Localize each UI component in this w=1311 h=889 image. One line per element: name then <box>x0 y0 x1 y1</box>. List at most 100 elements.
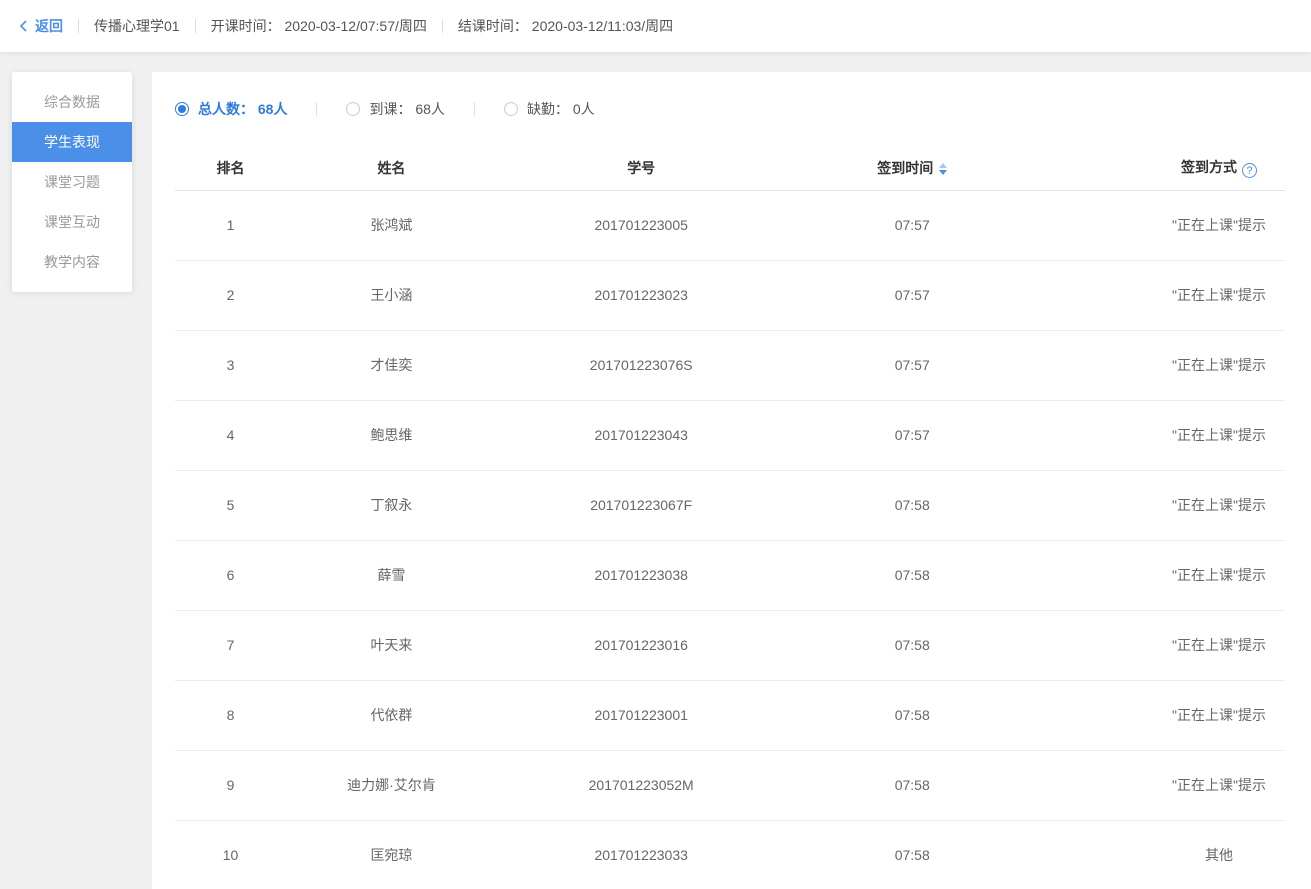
name-cell: 代依群 <box>286 680 497 750</box>
student-id-cell: 201701223001 <box>497 680 786 750</box>
attendance-filters: 总人数： 68人 到课： 68人 缺勤： 0人 <box>175 94 1285 124</box>
sign-in-time-cell: 07:58 <box>785 680 1063 750</box>
attendance-table: 排名姓名学号签到时间签到方式? 1张鸿斌20170122300507:57"正在… <box>175 146 1285 889</box>
student-id-cell: 201701223038 <box>497 540 786 610</box>
table-row: 5丁叙永201701223067F07:58"正在上课"提示 <box>175 470 1285 540</box>
back-label: 返回 <box>35 16 63 36</box>
name-cell: 才佳奕 <box>286 330 497 400</box>
name-cell: 薛雪 <box>286 540 497 610</box>
sign-in-time-cell: 07:57 <box>785 260 1063 330</box>
column-header-name: 姓名 <box>286 146 497 190</box>
sign-in-method-cell: "正在上课"提示 <box>1063 330 1285 400</box>
table-row: 9迪力娜·艾尔肯201701223052M07:58"正在上课"提示 <box>175 750 1285 820</box>
course-end-time: 结课时间： 2020-03-12/11:03/周四 <box>458 16 673 36</box>
divider <box>316 102 317 116</box>
student-id-cell: 201701223033 <box>497 820 786 889</box>
sign-in-time-cell: 07:58 <box>785 470 1063 540</box>
filter-radio-present[interactable]: 到课： 68人 <box>346 99 444 119</box>
name-cell: 王小涵 <box>286 260 497 330</box>
table-row: 4鲍思维20170122304307:57"正在上课"提示 <box>175 400 1285 470</box>
rank-cell: 6 <box>175 540 286 610</box>
filter-label: 总人数： 68人 <box>198 99 287 119</box>
table-row: 3才佳奕201701223076S07:57"正在上课"提示 <box>175 330 1285 400</box>
student-id-cell: 201701223023 <box>497 260 786 330</box>
sign-in-time-cell: 07:58 <box>785 750 1063 820</box>
rank-cell: 4 <box>175 400 286 470</box>
sign-in-method-cell: "正在上课"提示 <box>1063 260 1285 330</box>
sidebar-item-teaching-content[interactable]: 教学内容 <box>12 242 132 282</box>
back-button[interactable]: 返回 <box>18 16 63 36</box>
table-row: 10匡宛琼20170122303307:58其他 <box>175 820 1285 889</box>
help-icon[interactable]: ? <box>1242 163 1257 178</box>
table-header-row: 排名姓名学号签到时间签到方式? <box>175 146 1285 190</box>
sign-in-method-cell: "正在上课"提示 <box>1063 680 1285 750</box>
sign-in-time-cell: 07:57 <box>785 400 1063 470</box>
sidebar-item-overview[interactable]: 综合数据 <box>12 82 132 122</box>
column-label: 排名 <box>217 160 245 176</box>
sign-in-time-cell: 07:57 <box>785 190 1063 260</box>
name-cell: 丁叙永 <box>286 470 497 540</box>
table-row: 6薛雪20170122303807:58"正在上课"提示 <box>175 540 1285 610</box>
sign-in-method-cell: "正在上课"提示 <box>1063 610 1285 680</box>
radio-icon <box>346 102 360 116</box>
rank-cell: 5 <box>175 470 286 540</box>
course-start-time: 开课时间： 2020-03-12/07:57/周四 <box>211 16 427 36</box>
column-header-student-id: 学号 <box>497 146 786 190</box>
student-id-cell: 201701223005 <box>497 190 786 260</box>
sign-in-method-cell: "正在上课"提示 <box>1063 190 1285 260</box>
sidebar: 综合数据学生表现课堂习题课堂互动教学内容 <box>12 72 132 292</box>
table-row: 7叶天来20170122301607:58"正在上课"提示 <box>175 610 1285 680</box>
sort-desc-arrow-icon <box>939 170 947 175</box>
column-label: 签到方式 <box>1181 159 1237 175</box>
divider <box>442 19 443 33</box>
filter-label: 缺勤： 0人 <box>527 99 595 119</box>
divider <box>195 19 196 33</box>
table-row: 8代依群20170122300107:58"正在上课"提示 <box>175 680 1285 750</box>
main-panel: 总人数： 68人到课： 68人缺勤： 0人 排名姓名学号签到时间签到方式? 1张… <box>152 72 1311 889</box>
divider <box>78 19 79 33</box>
rank-cell: 3 <box>175 330 286 400</box>
student-id-cell: 201701223076S <box>497 330 786 400</box>
sign-in-method-cell: 其他 <box>1063 820 1285 889</box>
name-cell: 叶天来 <box>286 610 497 680</box>
radio-icon <box>175 102 189 116</box>
sidebar-item-interaction[interactable]: 课堂互动 <box>12 202 132 242</box>
rank-cell: 9 <box>175 750 286 820</box>
column-header-sign-in-method: 签到方式? <box>1063 146 1285 190</box>
student-id-cell: 201701223052M <box>497 750 786 820</box>
sign-in-method-cell: "正在上课"提示 <box>1063 750 1285 820</box>
table-row: 1张鸿斌20170122300507:57"正在上课"提示 <box>175 190 1285 260</box>
sign-in-time-cell: 07:58 <box>785 820 1063 889</box>
rank-cell: 1 <box>175 190 286 260</box>
filter-radio-absent[interactable]: 缺勤： 0人 <box>504 99 595 119</box>
sidebar-item-exercises[interactable]: 课堂习题 <box>12 162 132 202</box>
table-body: 1张鸿斌20170122300507:57"正在上课"提示2王小涵2017012… <box>175 190 1285 889</box>
student-id-cell: 201701223043 <box>497 400 786 470</box>
name-cell: 鲍思维 <box>286 400 497 470</box>
sign-in-method-cell: "正在上课"提示 <box>1063 400 1285 470</box>
column-header-rank: 排名 <box>175 146 286 190</box>
sign-in-method-cell: "正在上课"提示 <box>1063 540 1285 610</box>
name-cell: 迪力娜·艾尔肯 <box>286 750 497 820</box>
name-cell: 张鸿斌 <box>286 190 497 260</box>
rank-cell: 7 <box>175 610 286 680</box>
sort-icon[interactable] <box>939 163 947 175</box>
column-label: 学号 <box>627 160 655 176</box>
sidebar-item-student-performance[interactable]: 学生表现 <box>12 122 132 162</box>
sidebar-list: 综合数据学生表现课堂习题课堂互动教学内容 <box>12 82 132 282</box>
sort-asc-arrow-icon <box>939 163 947 168</box>
course-title: 传播心理学01 <box>94 16 180 36</box>
student-id-cell: 201701223067F <box>497 470 786 540</box>
filter-radio-total[interactable]: 总人数： 68人 <box>175 99 287 119</box>
rank-cell: 10 <box>175 820 286 889</box>
rank-cell: 2 <box>175 260 286 330</box>
column-header-sign-in-time[interactable]: 签到时间 <box>785 146 1063 190</box>
sign-in-time-cell: 07:57 <box>785 330 1063 400</box>
divider <box>474 102 475 116</box>
radio-icon <box>504 102 518 116</box>
back-chevron-icon <box>18 19 28 33</box>
sign-in-time-cell: 07:58 <box>785 610 1063 680</box>
student-id-cell: 201701223016 <box>497 610 786 680</box>
table-row: 2王小涵20170122302307:57"正在上课"提示 <box>175 260 1285 330</box>
rank-cell: 8 <box>175 680 286 750</box>
